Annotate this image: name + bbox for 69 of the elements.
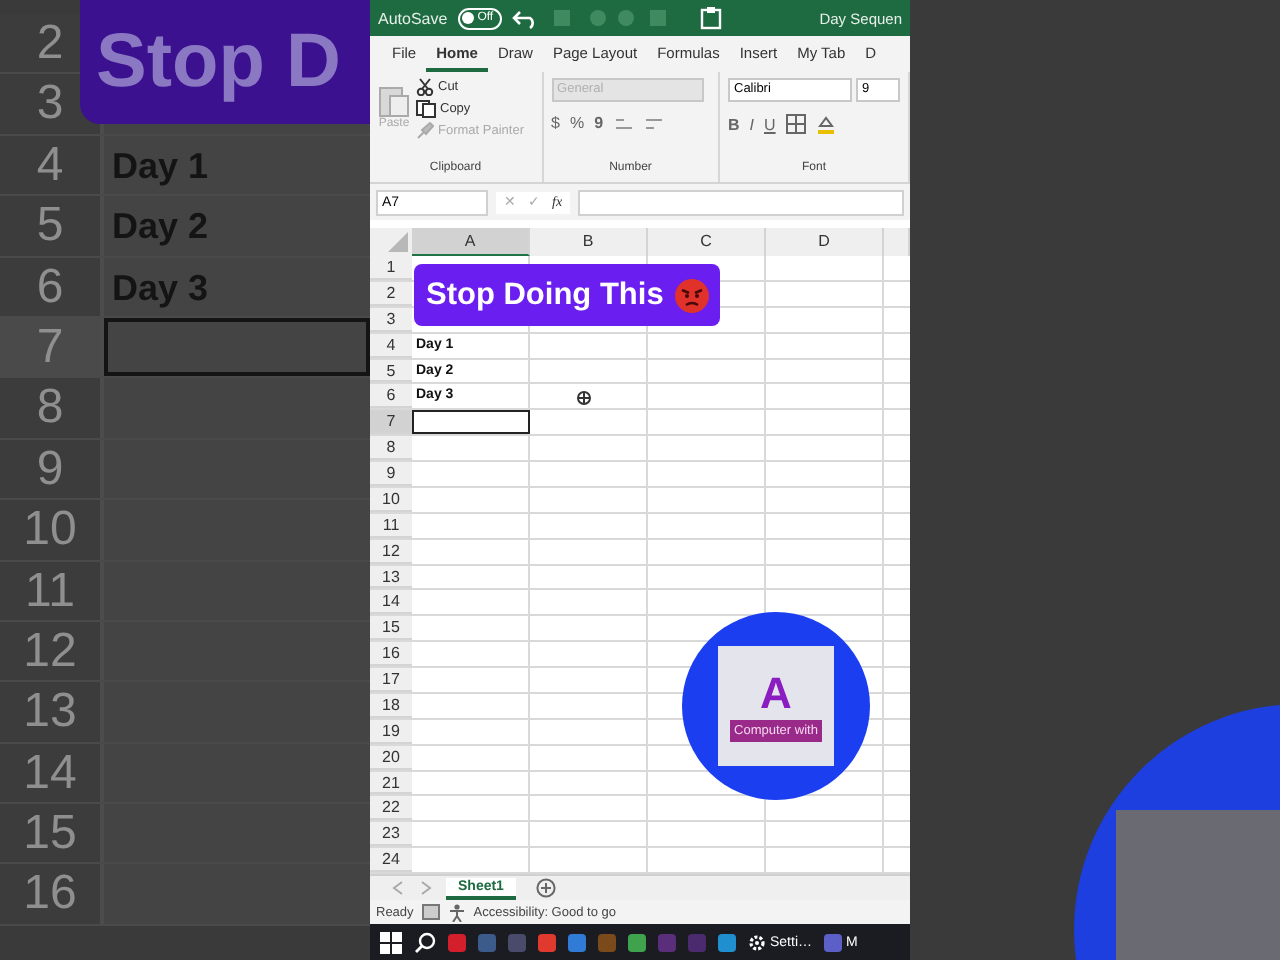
clipboard-icon <box>699 6 722 30</box>
row-header[interactable]: 10 <box>370 487 412 512</box>
row-header[interactable]: 19 <box>370 719 412 744</box>
search-icon[interactable] <box>414 931 436 953</box>
row-header[interactable]: 6 <box>370 384 412 409</box>
scroll-left-icon <box>390 880 406 896</box>
scroll-right-icon <box>418 880 434 896</box>
app-icon[interactable] <box>448 933 466 951</box>
formula-input[interactable] <box>578 189 904 215</box>
brush-icon <box>416 122 434 140</box>
column-header[interactable]: D <box>766 228 884 256</box>
row-header[interactable]: 3 <box>370 307 412 332</box>
gear-icon <box>748 933 766 951</box>
row-header[interactable]: 13 <box>370 565 412 589</box>
row-header[interactable]: 11 <box>370 513 412 538</box>
increase-decimal-icon <box>613 114 634 132</box>
column-header[interactable]: A <box>412 228 530 256</box>
add-sheet-icon <box>535 878 556 898</box>
app-icon[interactable] <box>538 933 556 951</box>
angry-face-icon <box>673 277 710 313</box>
row-header[interactable]: 18 <box>370 693 412 718</box>
row-header[interactable]: 5 <box>370 359 412 383</box>
row-header[interactable]: 4 <box>370 333 412 357</box>
logo-letter: A <box>760 671 792 715</box>
row-header[interactable]: 14 <box>370 590 412 615</box>
row-header[interactable]: 17 <box>370 668 412 692</box>
row-header[interactable]: 21 <box>370 771 412 795</box>
cursor-icon <box>576 390 592 406</box>
banner: Stop D <box>80 0 370 124</box>
column-header[interactable]: B <box>530 228 648 256</box>
row-header[interactable]: 24 <box>370 848 412 872</box>
italic-button[interactable]: I <box>749 115 755 133</box>
row-header[interactable]: 2 <box>370 281 412 306</box>
scissors-icon <box>416 78 434 96</box>
row-header[interactable]: 12 <box>370 539 412 563</box>
percent-button[interactable]: % <box>569 114 585 132</box>
row-number: 7 <box>0 317 104 377</box>
row-header[interactable]: 22 <box>370 796 412 821</box>
column-header[interactable]: C <box>648 228 766 256</box>
app-icon[interactable] <box>568 933 586 951</box>
title-banner: Stop Doing This <box>414 264 720 326</box>
bold-button[interactable]: B <box>728 115 740 133</box>
underline-button[interactable]: U <box>764 115 776 133</box>
row-header[interactable]: 1 <box>370 256 412 280</box>
accessibility-icon <box>447 903 466 921</box>
app-icon[interactable] <box>478 933 496 951</box>
macro-icon <box>421 904 440 920</box>
undo-icon <box>511 6 540 30</box>
row-header[interactable]: 9 <box>370 462 412 486</box>
row-header[interactable]: 8 <box>370 436 412 460</box>
autosave-label: AutoSave <box>378 9 448 27</box>
borders-icon <box>785 114 806 134</box>
windows-start-icon[interactable] <box>380 931 402 953</box>
table-cell[interactable] <box>412 410 530 435</box>
row-header[interactable]: 7 <box>370 410 412 435</box>
row-header[interactable]: 16 <box>370 642 412 666</box>
decrease-decimal-icon <box>643 114 664 132</box>
app-icon[interactable] <box>598 933 616 951</box>
row-header[interactable]: 15 <box>370 616 412 641</box>
row-header[interactable]: 23 <box>370 822 412 847</box>
currency-button[interactable]: $ <box>551 114 560 132</box>
select-all-icon <box>388 232 408 252</box>
app-icon[interactable] <box>718 933 736 951</box>
comma-style-button[interactable]: 9 <box>594 114 604 132</box>
row-header[interactable]: 20 <box>370 745 412 769</box>
paste-icon <box>378 82 410 118</box>
fill-color-icon <box>815 114 836 134</box>
copy-icon <box>416 100 436 118</box>
app-icon[interactable] <box>628 933 646 951</box>
